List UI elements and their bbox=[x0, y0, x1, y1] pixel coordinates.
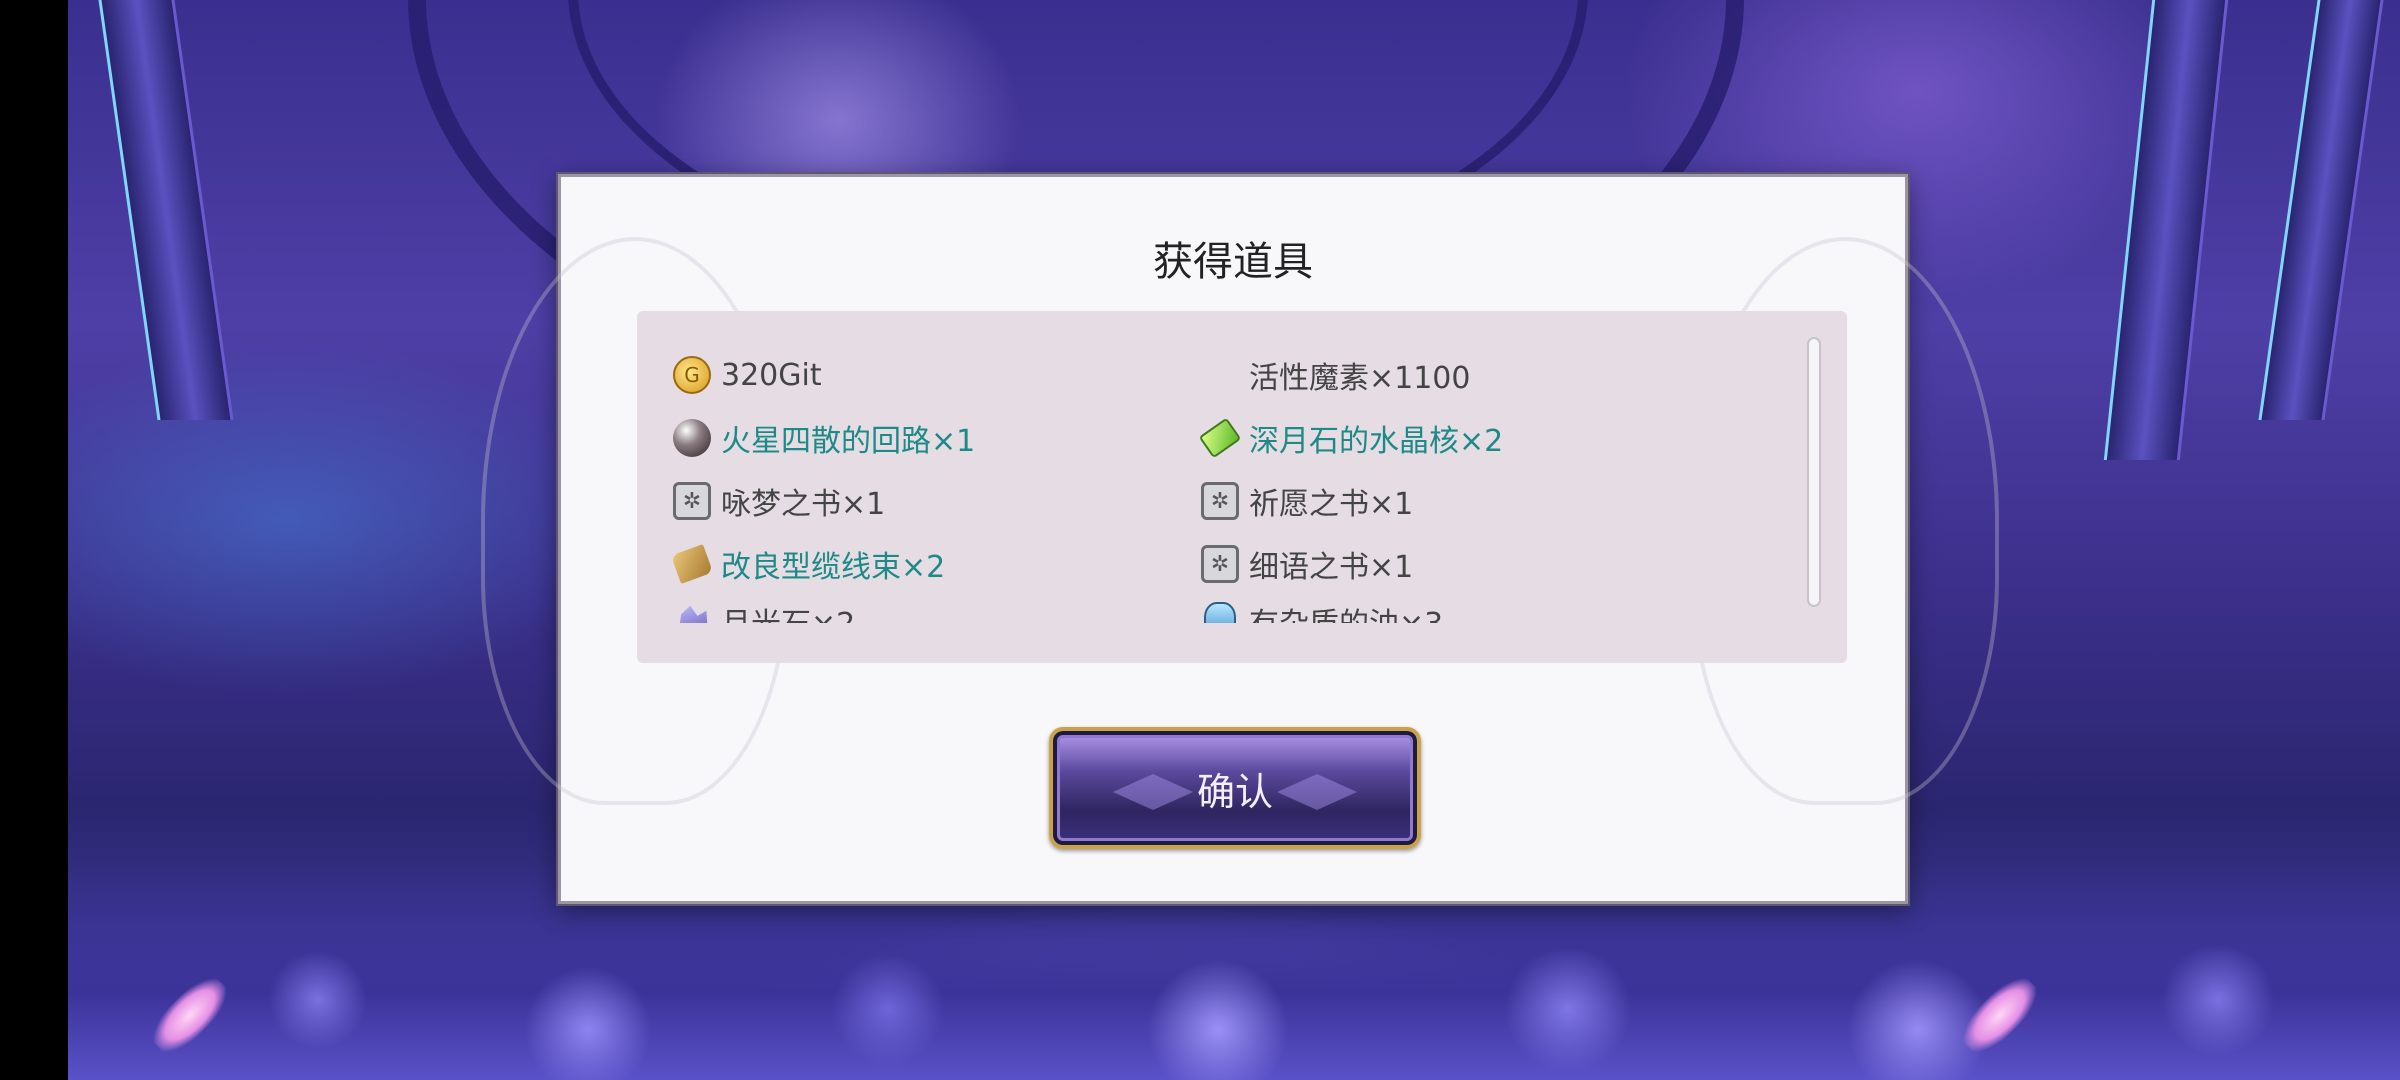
reward-item-label: 咏梦之书×1 bbox=[721, 487, 886, 522]
reward-item[interactable]: ✲ 咏梦之书×1 bbox=[673, 477, 885, 525]
game-screen: 获得道具 G 320Git 活性魔素×1100 火星四散的回路×1 深月石的水晶… bbox=[0, 0, 2400, 1080]
dialog-title: 获得道具 bbox=[1153, 239, 1313, 285]
button-diamond-right bbox=[1277, 774, 1357, 810]
left-black-bar bbox=[0, 0, 68, 1080]
book-icon: ✲ bbox=[1201, 482, 1239, 520]
moonstone-icon bbox=[673, 602, 711, 623]
reward-list-panel[interactable]: G 320Git 活性魔素×1100 火星四散的回路×1 深月石的水晶核×2 ✲… bbox=[637, 311, 1847, 663]
reward-item-label: 改良型缆线束×2 bbox=[721, 550, 946, 585]
reward-item[interactable]: 深月石的水晶核×2 bbox=[1198, 414, 1504, 462]
reward-item-label: 活性魔素×1100 bbox=[1249, 361, 1471, 396]
background-pillar bbox=[98, 0, 234, 420]
reward-item-label: 祈愿之书×1 bbox=[1249, 487, 1414, 522]
reward-item[interactable]: 月光石×2 bbox=[673, 597, 855, 623]
background-pillar bbox=[2258, 0, 2384, 420]
reward-item-label: 火星四散的回路×1 bbox=[721, 424, 976, 459]
confirm-button-label: 确认 bbox=[1196, 769, 1273, 814]
scroll-icon bbox=[673, 544, 714, 584]
blank-icon bbox=[1201, 356, 1239, 394]
green-crystal-icon bbox=[1198, 417, 1242, 459]
coin-icon: G bbox=[673, 356, 711, 394]
reward-item-label: 有杂质的油×3 bbox=[1249, 599, 1443, 623]
reward-item[interactable]: 活性魔素×1100 bbox=[1201, 351, 1470, 399]
list-scrollbar[interactable] bbox=[1807, 337, 1821, 607]
reward-item-label: 月光石×2 bbox=[721, 599, 855, 623]
reward-item[interactable]: G 320Git bbox=[673, 351, 822, 399]
reward-item[interactable]: 有杂质的油×3 bbox=[1201, 597, 1443, 623]
book-icon: ✲ bbox=[673, 482, 711, 520]
reward-item-label: 深月石的水晶核×2 bbox=[1249, 424, 1504, 459]
bottle-icon bbox=[1201, 602, 1239, 623]
orb-icon bbox=[673, 419, 711, 457]
reward-item[interactable]: ✲ 细语之书×1 bbox=[1201, 540, 1413, 588]
book-icon: ✲ bbox=[1201, 545, 1239, 583]
item-reward-dialog: 获得道具 G 320Git 活性魔素×1100 火星四散的回路×1 深月石的水晶… bbox=[481, 174, 1999, 904]
confirm-button[interactable]: 确认 bbox=[1049, 727, 1421, 849]
reward-item-label: 320Git bbox=[721, 357, 822, 393]
background-pillar bbox=[2103, 0, 2229, 460]
reward-item[interactable]: 改良型缆线束×2 bbox=[673, 540, 945, 588]
reward-item-label: 细语之书×1 bbox=[1249, 550, 1414, 585]
reward-item[interactable]: 火星四散的回路×1 bbox=[673, 414, 975, 462]
reward-list[interactable]: G 320Git 活性魔素×1100 火星四散的回路×1 深月石的水晶核×2 ✲… bbox=[673, 351, 1773, 623]
reward-item[interactable]: ✲ 祈愿之书×1 bbox=[1201, 477, 1413, 525]
button-diamond-left bbox=[1113, 774, 1193, 810]
